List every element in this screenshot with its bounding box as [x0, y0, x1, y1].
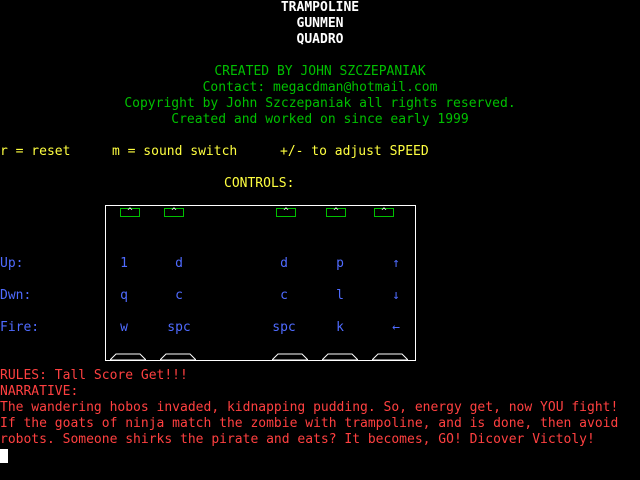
player-4-down-key: l — [336, 288, 344, 303]
player-1-up-key: 1 — [120, 256, 128, 271]
player-1-trampoline-icon — [110, 353, 146, 360]
player-5-fire-key: ← — [392, 320, 400, 335]
player-1-fire-key: w — [120, 320, 128, 335]
player-3-up-key: d — [280, 256, 288, 271]
title-line-1: TRAMPOLINE — [280, 0, 360, 15]
title-line-2: GUNMEN — [296, 16, 344, 31]
narrative-line-3: robots. Someone shirks the pirate and ea… — [0, 432, 595, 447]
row-label-down: Dwn: — [0, 288, 32, 303]
player-3-fire-key: spc — [272, 320, 296, 335]
text-cursor — [0, 449, 8, 463]
player-4-trampoline-icon — [322, 353, 358, 360]
player-4-up-key: p — [336, 256, 344, 271]
player-5-trampoline-icon — [372, 353, 408, 360]
player-3-top-marker: ^ — [276, 208, 296, 217]
player-2-up-key: d — [175, 256, 183, 271]
row-label-up: Up: — [0, 256, 24, 271]
row-label-fire: Fire: — [0, 320, 40, 335]
credits-created-by: CREATED BY JOHN SZCZEPANIAK — [214, 64, 426, 79]
hotkey-speed: +/- to adjust SPEED — [280, 144, 429, 159]
controls-box — [105, 205, 416, 361]
player-3-down-key: c — [280, 288, 288, 303]
hotkey-sound: m = sound switch — [112, 144, 238, 159]
player-3-trampoline-icon — [272, 353, 308, 360]
title-line-3: QUADRO — [296, 32, 344, 47]
narrative-line-1: The wandering hobos invaded, kidnapping … — [0, 400, 619, 415]
player-5-down-key: ↓ — [392, 288, 400, 303]
narrative-line-2: If the goats of ninja match the zombie w… — [0, 416, 619, 431]
narrative-heading: NARRATIVE: — [0, 384, 79, 399]
player-2-top-marker: ^ — [164, 208, 184, 217]
player-1-top-marker: ^ — [120, 208, 140, 217]
player-1-down-key: q — [120, 288, 128, 303]
player-5-top-marker: ^ — [374, 208, 394, 217]
credits-copyright: Copyright by John Szczepaniak all rights… — [124, 96, 516, 111]
hotkey-reset: r = reset — [0, 144, 71, 159]
player-4-top-marker: ^ — [326, 208, 346, 217]
player-4-fire-key: k — [336, 320, 344, 335]
player-5-up-key: ↑ — [392, 256, 400, 271]
credits-contact: Contact: megacdman@hotmail.com — [202, 80, 438, 95]
credits-since: Created and worked on since early 1999 — [171, 112, 469, 127]
controls-heading: CONTROLS: — [224, 176, 295, 191]
player-2-down-key: c — [175, 288, 183, 303]
player-2-fire-key: spc — [167, 320, 191, 335]
rules-text: RULES: Tall Score Get!!! — [0, 368, 188, 383]
player-2-trampoline-icon — [160, 353, 196, 360]
